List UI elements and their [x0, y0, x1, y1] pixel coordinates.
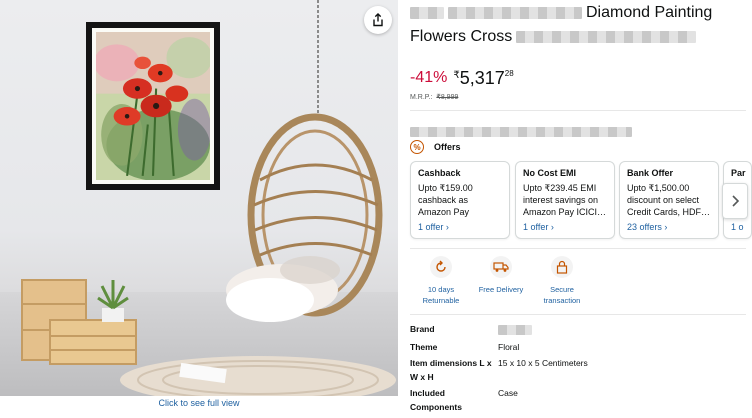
divider	[410, 248, 746, 249]
mrp-value: ₹8,999	[436, 94, 459, 101]
offer-card-link[interactable]: 1 offer ›	[418, 222, 449, 232]
spec-row-included-components: Included Components Case	[410, 386, 752, 414]
feature-label: Secure transaction	[543, 285, 581, 305]
offer-card-title: Par	[731, 168, 746, 178]
offers-carousel: Cashback Upto ₹159.00 cashback as Amazon…	[410, 161, 752, 239]
redacted-line	[410, 123, 632, 137]
offer-card-title: Cashback	[418, 168, 461, 178]
price-block: -41% ₹ 5,317 28	[410, 68, 514, 88]
offer-card-no-cost-emi[interactable]: No Cost EMI Upto ₹239.45 EMI interest sa…	[515, 161, 615, 239]
offer-card-cashback[interactable]: Cashback Upto ₹159.00 cashback as Amazon…	[410, 161, 510, 239]
feature-secure-transaction[interactable]: Secure transaction	[531, 256, 593, 306]
product-main-image[interactable]	[0, 0, 398, 396]
offer-card-body: Upto ₹159.00 cashback as Amazon Pay Bala…	[418, 183, 473, 217]
price-whole: 5,317	[459, 68, 505, 88]
spec-key: Included Components	[410, 388, 462, 412]
share-button[interactable]	[364, 6, 392, 34]
offer-card-body: Upto ₹1,500.00 discount on select Credit…	[627, 183, 711, 217]
lock-icon	[551, 256, 573, 278]
percent-badge-icon: %	[410, 140, 424, 154]
price-fraction: 28	[504, 69, 514, 78]
feature-free-delivery[interactable]: Free Delivery	[470, 256, 532, 295]
spec-key: Item dimensions L x W x H	[410, 358, 492, 382]
feature-returnable[interactable]: 10 days Returnable	[410, 256, 472, 306]
offer-card-title: No Cost EMI	[523, 168, 576, 178]
offers-next-button[interactable]	[722, 183, 748, 219]
discount-percent: -41%	[410, 69, 448, 86]
chevron-right-icon	[732, 195, 740, 207]
offer-card-link[interactable]: 1 offer ›	[523, 222, 554, 232]
divider	[410, 110, 746, 111]
redacted-text	[410, 126, 632, 137]
redacted-text	[498, 324, 532, 335]
hanging-chair-image	[226, 0, 383, 322]
spec-row-brand: Brand	[410, 322, 752, 336]
spec-row-theme: Theme Floral	[410, 340, 752, 354]
feature-label: 10 days Returnable	[422, 285, 460, 305]
spec-value: Case	[498, 388, 518, 398]
spec-row-dimensions: Item dimensions L x W x H 15 x 10 x 5 Ce…	[410, 356, 752, 384]
product-image-gallery: Click to see full view	[0, 0, 398, 418]
product-title-line1: Diamond Painting	[586, 4, 713, 21]
offer-card-title: Bank Offer	[627, 168, 674, 178]
spec-value	[498, 322, 532, 336]
product-title-line2: Flowers Cross	[410, 28, 513, 45]
delivery-features: 10 days Returnable Free Delivery Secure …	[410, 256, 752, 312]
spec-value: Floral	[498, 342, 520, 352]
feature-label: Free Delivery	[478, 285, 524, 294]
offer-card-body: Upto ₹239.45 EMI interest savings on Ama…	[523, 183, 607, 217]
see-full-view-link[interactable]: Click to see full view	[0, 398, 398, 408]
redacted-text	[516, 31, 697, 43]
painting-mat	[92, 28, 214, 184]
spec-key: Theme	[410, 342, 438, 352]
return-icon	[430, 256, 452, 278]
offer-card-link[interactable]: 1 o	[731, 222, 744, 232]
spec-value: 15 x 10 x 5 Centimeters	[498, 358, 588, 368]
round-rug-image	[120, 356, 396, 396]
product-info-panel: Diamond Painting Flowers Cross -41% ₹ 5,…	[410, 0, 752, 418]
offer-card-bank-offer[interactable]: Bank Offer Upto ₹1,500.00 discount on se…	[619, 161, 719, 239]
mrp-label: M.R.P.:	[410, 94, 433, 101]
offers-header: % Offers	[410, 140, 461, 154]
share-icon	[373, 13, 383, 27]
poppy-painting-image	[93, 32, 213, 182]
truck-icon	[490, 256, 512, 278]
product-title: Diamond Painting Flowers Cross	[410, 2, 752, 48]
offers-title: Offers	[434, 142, 461, 152]
redacted-text	[410, 7, 444, 19]
divider	[410, 314, 746, 315]
spec-key: Brand	[410, 324, 435, 334]
mrp-line: M.R.P.: ₹8,999	[410, 93, 458, 101]
redacted-text	[448, 7, 582, 19]
offer-card-link[interactable]: 23 offers ›	[627, 222, 667, 232]
